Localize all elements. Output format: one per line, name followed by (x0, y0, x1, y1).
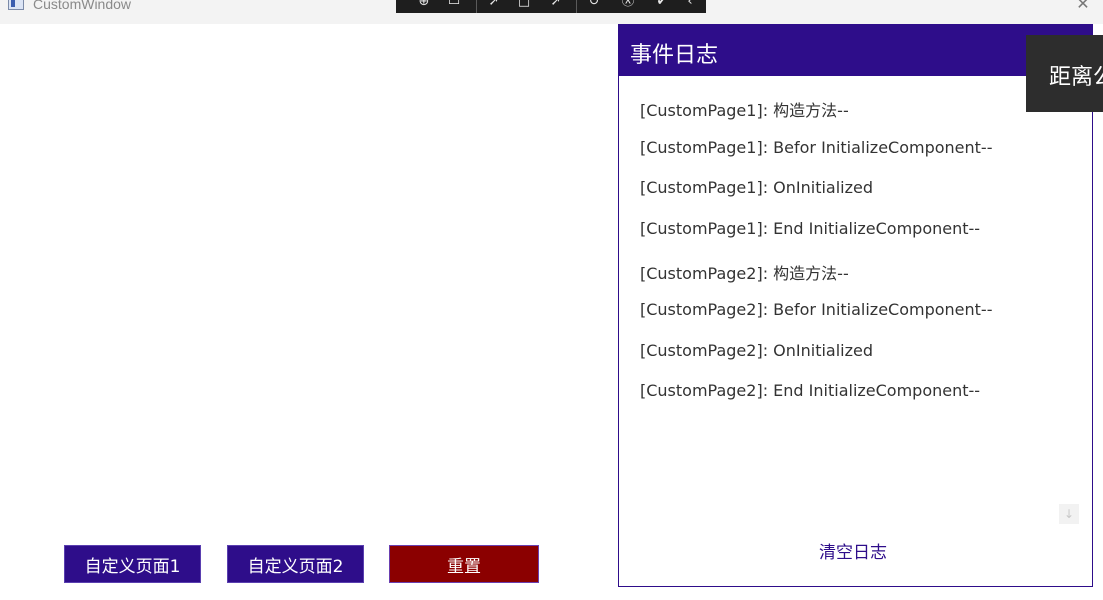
log-entry: [CustomPage1]: OnInitialized (640, 178, 874, 197)
debug-toolbar: ⊕ ▭ ➚ □ ➚ ↻ Ⓧ ✔ ‹ (396, 0, 706, 13)
log-entry: [CustomPage1]: 构造方法-- (640, 101, 849, 120)
clear-log-button[interactable]: 清空日志 (819, 538, 887, 563)
log-entry: [CustomPage2]: OnInitialized (640, 341, 874, 360)
pointer-icon[interactable]: ➚ (484, 0, 504, 10)
log-entry: [CustomPage1]: Befor InitializeComponent… (640, 138, 993, 157)
record-icon[interactable]: ▭ (444, 0, 464, 10)
event-log-panel: 事件日志 [CustomPage1]: 构造方法-- [CustomPage1]… (618, 24, 1093, 587)
pointer-select-icon[interactable]: ➚ (546, 0, 566, 10)
reset-button[interactable]: 重置 (389, 545, 539, 583)
log-entry: [CustomPage1]: End InitializeComponent-- (640, 219, 981, 238)
log-entry: [CustomPage2]: Befor InitializeComponent… (640, 300, 993, 319)
distance-overlay: 距离公 (1026, 35, 1103, 112)
log-entry: [CustomPage2]: 构造方法-- (640, 264, 849, 283)
check-icon[interactable]: ✔ (652, 0, 672, 10)
custom-page1-button[interactable]: 自定义页面1 (64, 545, 201, 583)
select-element-icon[interactable]: ⊕ (414, 0, 434, 10)
distance-overlay-text: 距离公 (1049, 65, 1103, 90)
event-log-header: 事件日志 (619, 25, 1092, 76)
hot-reload-icon[interactable]: ↻ (584, 0, 604, 10)
window-title: CustomWindow (33, 0, 132, 12)
close-button[interactable]: ✕ (1072, 0, 1094, 13)
app-window-icon (8, 0, 24, 10)
scroll-down-icon[interactable]: ↓ (1059, 504, 1079, 524)
custom-page2-button[interactable]: 自定义页面2 (227, 545, 364, 583)
event-log-title: 事件日志 (630, 43, 719, 68)
layout-icon[interactable]: □ (514, 0, 534, 10)
accessibility-icon[interactable]: Ⓧ (618, 0, 638, 10)
log-entry: [CustomPage2]: End InitializeComponent-- (640, 381, 981, 400)
collapse-icon[interactable]: ‹ (680, 0, 700, 10)
